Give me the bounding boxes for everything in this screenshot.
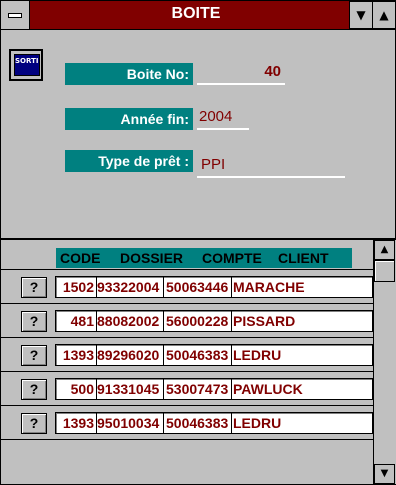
cell-client[interactable]: LEDRU xyxy=(233,413,373,433)
sortie-button[interactable]: SORTIE xyxy=(9,49,43,81)
system-menu-button[interactable] xyxy=(1,1,30,29)
cell-compte[interactable]: 50046383 xyxy=(166,413,232,433)
row-cells: 500 91331045 53007473 PAWLUCK xyxy=(55,378,373,400)
maximize-button[interactable]: ▲ xyxy=(372,1,396,29)
boite-window: BOITE ▼ ▲ SORTIE Boite No: 40 Année fin:… xyxy=(0,0,396,485)
cell-code[interactable]: 1393 xyxy=(56,413,96,433)
minimize-button[interactable]: ▼ xyxy=(349,1,373,29)
cell-compte[interactable]: 56000228 xyxy=(166,311,232,331)
row-cells: 1502 93322004 50063446 MARACHE xyxy=(55,276,373,298)
cell-compte[interactable]: 50063446 xyxy=(166,277,232,297)
table-row: ? 1502 93322004 50063446 MARACHE xyxy=(1,270,373,304)
arrow-up-icon: ▲ xyxy=(380,244,389,255)
cell-dossier[interactable]: 89296020 xyxy=(97,345,163,365)
cell-code[interactable]: 500 xyxy=(56,379,96,399)
annee-fin-field[interactable]: 2004 xyxy=(197,106,249,130)
window-title: BOITE xyxy=(171,5,221,22)
row-cells: 1393 95010034 50046383 LEDRU xyxy=(55,412,373,434)
row-detail-button[interactable]: ? xyxy=(21,413,47,434)
cell-client[interactable]: PISSARD xyxy=(233,311,373,331)
form-panel: SORTIE Boite No: 40 Année fin: 2004 Type… xyxy=(1,30,395,240)
cell-divider xyxy=(163,311,164,331)
cell-divider xyxy=(231,311,232,331)
title-bar[interactable]: BOITE ▼ ▲ xyxy=(1,1,396,30)
cell-compte[interactable]: 50046383 xyxy=(166,345,232,365)
cell-divider xyxy=(163,379,164,399)
cell-compte[interactable]: 53007473 xyxy=(166,379,232,399)
table-row: ? 1393 95010034 50046383 LEDRU xyxy=(1,406,373,440)
scroll-up-button[interactable]: ▲ xyxy=(374,240,395,260)
cell-divider xyxy=(231,345,232,365)
arrow-down-icon: ▼ xyxy=(380,468,389,479)
table-header: CODE DOSSIER COMPTE CLIENT xyxy=(56,248,352,268)
cell-dossier[interactable]: 93322004 xyxy=(97,277,163,297)
sortie-icon: SORTIE xyxy=(14,54,40,76)
row-detail-button[interactable]: ? xyxy=(21,277,47,298)
row-detail-button[interactable]: ? xyxy=(21,379,47,400)
row-detail-button[interactable]: ? xyxy=(21,345,47,366)
cell-client[interactable]: PAWLUCK xyxy=(233,379,373,399)
column-header-dossier: DOSSIER xyxy=(120,250,184,266)
annee-fin-label: Année fin: xyxy=(65,108,193,130)
row-detail-button[interactable]: ? xyxy=(21,311,47,332)
boite-no-label: Boite No: xyxy=(65,63,193,85)
cell-dossier[interactable]: 95010034 xyxy=(97,413,163,433)
cell-divider xyxy=(163,413,164,433)
cell-code[interactable]: 1502 xyxy=(56,277,96,297)
cell-divider xyxy=(231,379,232,399)
column-header-code: CODE xyxy=(60,250,101,266)
table-row: ? 1393 89296020 50046383 LEDRU xyxy=(1,338,373,372)
row-cells: 481 88082002 56000228 PISSARD xyxy=(55,310,373,332)
cell-divider xyxy=(231,413,232,433)
vertical-scrollbar[interactable]: ▲ ▼ xyxy=(373,240,396,484)
scroll-thumb[interactable] xyxy=(374,260,395,282)
sortie-label: SORTIE xyxy=(15,57,39,65)
cell-divider xyxy=(231,277,232,297)
maximize-icon: ▲ xyxy=(379,8,389,22)
cell-dossier[interactable]: 88082002 xyxy=(97,311,163,331)
cell-divider xyxy=(163,345,164,365)
type-pret-field[interactable]: PPI xyxy=(197,154,345,178)
column-header-client: CLIENT xyxy=(278,250,329,266)
cell-client[interactable]: MARACHE xyxy=(233,277,373,297)
type-pret-label: Type de prêt : xyxy=(65,150,193,172)
cell-divider xyxy=(163,277,164,297)
scroll-down-button[interactable]: ▼ xyxy=(374,464,395,484)
row-cells: 1393 89296020 50046383 LEDRU xyxy=(55,344,373,366)
cell-code[interactable]: 481 xyxy=(56,311,96,331)
boite-no-field[interactable]: 40 xyxy=(197,61,285,85)
cell-client[interactable]: LEDRU xyxy=(233,345,373,365)
table-row: ? 500 91331045 53007473 PAWLUCK xyxy=(1,372,373,406)
column-header-compte: COMPTE xyxy=(202,250,262,266)
records-table: CODE DOSSIER COMPTE CLIENT ? 1502 933220… xyxy=(1,240,396,484)
minimize-icon: ▼ xyxy=(356,8,366,22)
system-menu-icon xyxy=(8,13,22,18)
cell-code[interactable]: 1393 xyxy=(56,345,96,365)
cell-dossier[interactable]: 91331045 xyxy=(97,379,163,399)
table-row: ? 481 88082002 56000228 PISSARD xyxy=(1,304,373,338)
